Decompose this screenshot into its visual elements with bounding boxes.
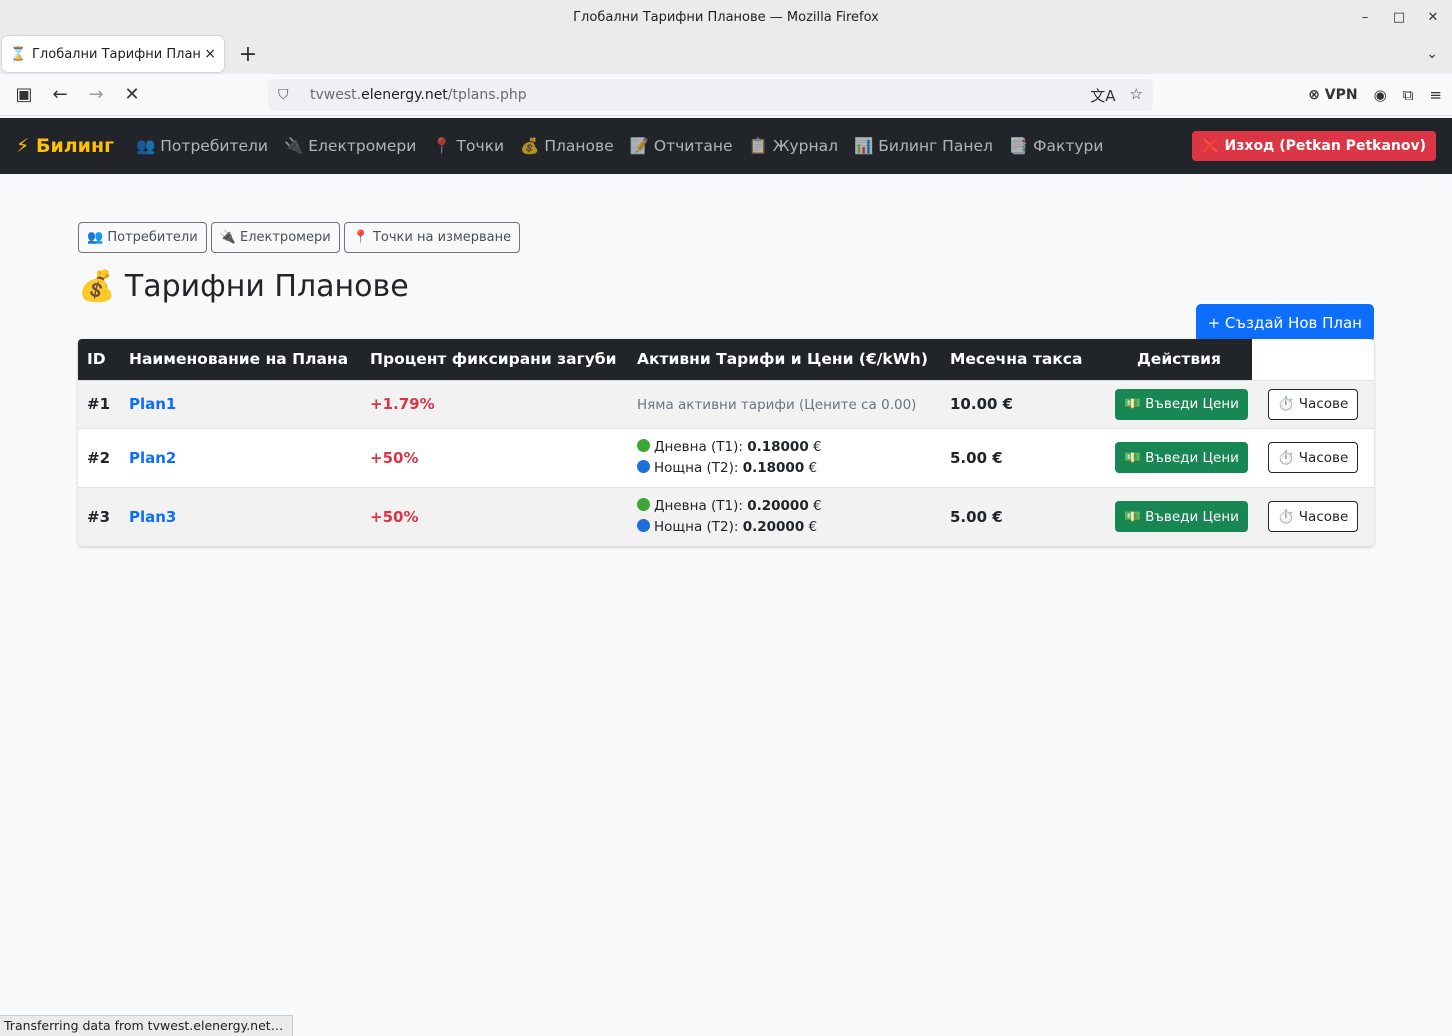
extensions-icon[interactable]: ⧉ <box>1403 86 1414 104</box>
nav-plans[interactable]: 💰 Планове <box>520 137 614 155</box>
vpn-button[interactable]: ⊗ VPN <box>1308 87 1357 103</box>
list-tabs-button[interactable]: ⌄ <box>1426 34 1438 74</box>
nav-journal[interactable]: 📋 Журнал <box>749 137 838 155</box>
browser-tab[interactable]: ⌛ Глобални Тарифни Планове × <box>2 36 224 72</box>
night-tariff: Нощна (T2): 0.18000 € <box>637 458 932 479</box>
hamburger-menu-icon[interactable]: ≡ <box>1429 86 1442 104</box>
tariff-list: Дневна (T1): 0.18000 € Нощна (T2): 0.180… <box>628 427 941 487</box>
nav-meters[interactable]: 🔌 Електромери <box>284 137 416 155</box>
enter-prices-button[interactable]: 💵 Въведи Цени <box>1115 501 1248 533</box>
browser-toolbar: ▣ ← → ✕ ⛉ tvwest.elenergy.net/tplans.php… <box>0 74 1452 116</box>
quicklink-measurement-points[interactable]: 📍 Точки на измерване <box>343 222 521 253</box>
quicklink-consumers[interactable]: 👥 Потребители <box>78 222 207 253</box>
logout-button[interactable]: ❌ Изход (Petkan Petkanov) <box>1192 131 1436 161</box>
tab-close-icon[interactable]: × <box>204 46 216 62</box>
table-row: #2 Plan2 +50% Дневна (T1): 0.18000 € Нощ… <box>78 427 1374 487</box>
hours-button[interactable]: ⏱️ Часове <box>1267 442 1359 473</box>
header-blank <box>1252 339 1374 380</box>
forward-button[interactable]: → <box>78 84 114 105</box>
hours-button[interactable]: ⏱️ Часове <box>1267 501 1359 533</box>
monthly-fee: 10.00 € <box>941 379 1106 428</box>
plan-name-link[interactable]: Plan3 <box>129 508 176 526</box>
no-tariffs-text: Няма активни тарифи (Цените са 0.00) <box>637 397 917 413</box>
plan-name-link[interactable]: Plan1 <box>129 395 176 413</box>
day-tariff: Дневна (T1): 0.18000 € <box>637 437 932 458</box>
plans-table-card: ID Наименование на Плана Процент фиксира… <box>78 339 1374 546</box>
night-tariff: Нощна (T2): 0.20000 € <box>637 517 932 538</box>
minimize-button[interactable]: – <box>1358 10 1372 25</box>
url-text[interactable]: tvwest.elenergy.net/tplans.php <box>310 87 1090 103</box>
bookmark-star-icon[interactable]: ☆ <box>1130 85 1143 106</box>
monthly-fee: 5.00 € <box>941 427 1106 487</box>
url-bar[interactable]: ⛉ tvwest.elenergy.net/tplans.php 文A ☆ <box>268 79 1153 111</box>
new-tab-button[interactable]: + <box>236 42 260 67</box>
back-button[interactable]: ← <box>42 84 78 105</box>
site-info-shield-icon[interactable]: ⛉ <box>278 87 298 103</box>
blue-circle-icon <box>637 459 650 473</box>
window-title: Глобални Тарифни Планове — Mozilla Firef… <box>573 9 879 25</box>
maximize-button[interactable]: □ <box>1392 10 1406 25</box>
hours-button[interactable]: ⏱️ Часове <box>1267 388 1359 420</box>
plans-table: ID Наименование на Плана Процент фиксира… <box>78 339 1374 546</box>
account-icon[interactable]: ◉ <box>1374 86 1387 104</box>
plan-id: #2 <box>78 427 120 487</box>
table-row: #3 Plan3 +50% Дневна (T1): 0.20000 € Нощ… <box>78 486 1374 546</box>
header-monthly-fee: Месечна такса <box>941 339 1106 380</box>
plan-loss: +1.79% <box>370 395 435 413</box>
enter-prices-button[interactable]: 💵 Въведи Цени <box>1115 442 1248 473</box>
hourglass-icon: ⌛ <box>10 46 27 62</box>
plan-loss: +50% <box>370 448 419 467</box>
blue-circle-icon <box>637 518 650 532</box>
status-bar: Transferring data from tvwest.elenergy.n… <box>0 1015 293 1036</box>
window-controls: – □ ✕ <box>1358 0 1440 34</box>
brand-logo[interactable]: ⚡ Билинг <box>16 135 114 157</box>
plan-name-link[interactable]: Plan2 <box>129 449 176 467</box>
green-circle-icon <box>637 438 650 452</box>
app-navbar: ⚡ Билинг 👥 Потребители 🔌 Електромери 📍 Т… <box>0 118 1452 174</box>
translate-icon[interactable]: 文A <box>1090 85 1115 106</box>
chevron-down-icon: ⌄ <box>1426 46 1438 62</box>
sidebar-toggle-icon[interactable]: ▣ <box>6 84 42 105</box>
enter-prices-button[interactable]: 💵 Въведи Цени <box>1115 388 1248 420</box>
header-actions: Действия <box>1106 339 1252 380</box>
green-circle-icon <box>637 497 650 511</box>
nav-consumers[interactable]: 👥 Потребители <box>136 137 268 155</box>
window-titlebar: Глобални Тарифни Планове — Mozilla Firef… <box>0 0 1452 34</box>
header-active-tariffs: Активни Тарифи и Цени (€/kWh) <box>628 339 941 380</box>
page-header: 💰 Тарифни Планове + Създай Нов План <box>78 269 1374 349</box>
table-row: #1 Plan1 +1.79% Няма активни тарифи (Цен… <box>78 379 1374 428</box>
plan-loss: +50% <box>370 507 419 526</box>
nav-invoices[interactable]: 📑 Фактури <box>1009 137 1104 155</box>
header-plan-name: Наименование на Плана <box>120 339 361 380</box>
tab-title: Глобални Тарифни Планове <box>32 46 201 62</box>
main-content: 👥 Потребители 🔌 Електромери 📍 Точки на и… <box>78 222 1374 546</box>
table-header-row: ID Наименование на Плана Процент фиксира… <box>78 339 1374 380</box>
nav-billing-panel[interactable]: 📊 Билинг Панел <box>854 137 993 155</box>
nav-points[interactable]: 📍 Точки <box>432 137 504 155</box>
plan-id: #3 <box>78 486 120 546</box>
create-plan-button[interactable]: + Създай Нов План <box>1195 304 1374 342</box>
toolbar-right-actions: ⊗ VPN ◉ ⧉ ≡ <box>1308 74 1442 116</box>
header-id: ID <box>78 339 120 380</box>
header-loss-percent: Процент фиксирани загуби <box>361 339 628 380</box>
tariff-list: Дневна (T1): 0.20000 € Нощна (T2): 0.200… <box>628 486 941 546</box>
plan-id: #1 <box>78 379 120 428</box>
close-window-button[interactable]: ✕ <box>1426 10 1440 25</box>
day-tariff: Дневна (T1): 0.20000 € <box>637 496 932 517</box>
quick-links: 👥 Потребители 🔌 Електромери 📍 Точки на и… <box>78 222 1374 253</box>
stop-loading-button[interactable]: ✕ <box>114 84 150 105</box>
monthly-fee: 5.00 € <box>941 486 1106 546</box>
page-title: 💰 Тарифни Планове <box>78 269 409 304</box>
quicklink-meters[interactable]: 🔌 Електромери <box>210 222 340 253</box>
main-nav: 👥 Потребители 🔌 Електромери 📍 Точки 💰 Пл… <box>136 137 1119 155</box>
nav-readings[interactable]: 📝 Отчитане <box>630 137 733 155</box>
tab-strip: ⌛ Глобални Тарифни Планове × + ⌄ <box>0 34 1452 74</box>
